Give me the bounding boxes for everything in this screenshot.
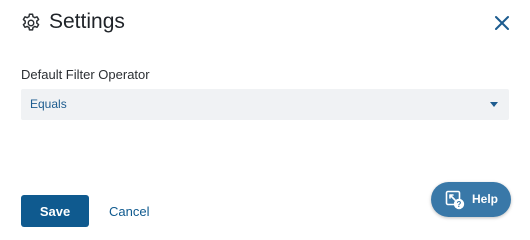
default-filter-operator-select[interactable]: Equals	[21, 89, 509, 120]
svg-text:?: ?	[457, 200, 462, 209]
cancel-button[interactable]: Cancel	[109, 204, 149, 220]
gear-icon	[22, 13, 40, 31]
help-label: Help	[472, 192, 499, 206]
chevron-down-icon	[490, 102, 498, 107]
close-icon[interactable]	[493, 14, 511, 32]
help-icon: ?	[445, 190, 465, 210]
page-title: Settings	[49, 10, 125, 33]
help-button[interactable]: ? Help	[431, 182, 511, 217]
default-filter-operator-label: Default Filter Operator	[21, 67, 150, 82]
save-button[interactable]: Save	[21, 195, 89, 227]
settings-dialog: Settings Default Filter Operator Equals …	[0, 0, 530, 237]
select-value: Equals	[30, 97, 67, 111]
